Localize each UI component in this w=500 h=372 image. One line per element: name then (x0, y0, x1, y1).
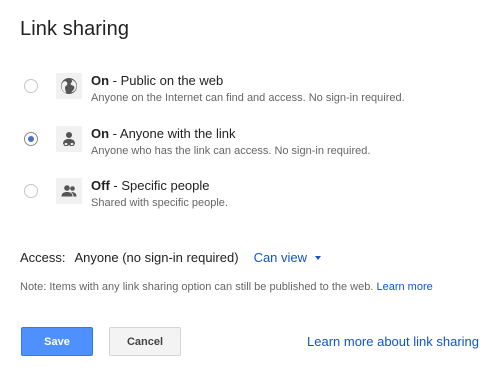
link-person-icon (56, 126, 82, 152)
dialog-title: Link sharing (20, 18, 130, 40)
option-state: On (91, 126, 110, 141)
permission-dropdown-label: Can view (253, 250, 308, 265)
learn-more-link-sharing-link[interactable]: Learn more about link sharing (307, 334, 479, 349)
option-description: Anyone who has the link can access. No s… (91, 145, 371, 157)
publish-note-text: Note: Items with any link sharing option… (20, 281, 377, 293)
chevron-down-icon (315, 255, 322, 260)
option-specific-people[interactable]: Off - Specific people Shared with specif… (0, 178, 500, 218)
globe-icon (56, 73, 82, 99)
option-title: - Specific people (109, 178, 210, 193)
option-description: Anyone on the Internet can find and acce… (91, 92, 405, 104)
option-description: Shared with specific people. (91, 197, 228, 209)
access-label: Access: (20, 250, 66, 265)
access-row: Access: Anyone (no sign-in required) Can… (20, 250, 322, 265)
people-icon (56, 178, 82, 204)
save-button[interactable]: Save (21, 327, 93, 356)
radio-anyone-with-link[interactable] (24, 132, 38, 146)
radio-public-on-web[interactable] (24, 79, 38, 93)
permission-dropdown[interactable]: Can view (253, 250, 322, 265)
option-state: Off (91, 178, 110, 193)
publish-note: Note: Items with any link sharing option… (20, 281, 433, 293)
cancel-button[interactable]: Cancel (109, 327, 181, 356)
radio-specific-people[interactable] (24, 184, 38, 198)
option-state: On (91, 73, 110, 88)
option-anyone-with-link[interactable]: On - Anyone with the link Anyone who has… (0, 126, 500, 166)
option-public-on-web[interactable]: On - Public on the web Anyone on the Int… (0, 73, 500, 113)
access-value: Anyone (no sign-in required) (74, 250, 239, 265)
option-title: - Anyone with the link (109, 126, 236, 141)
learn-more-link[interactable]: Learn more (376, 281, 432, 293)
option-title: - Public on the web (109, 73, 224, 88)
